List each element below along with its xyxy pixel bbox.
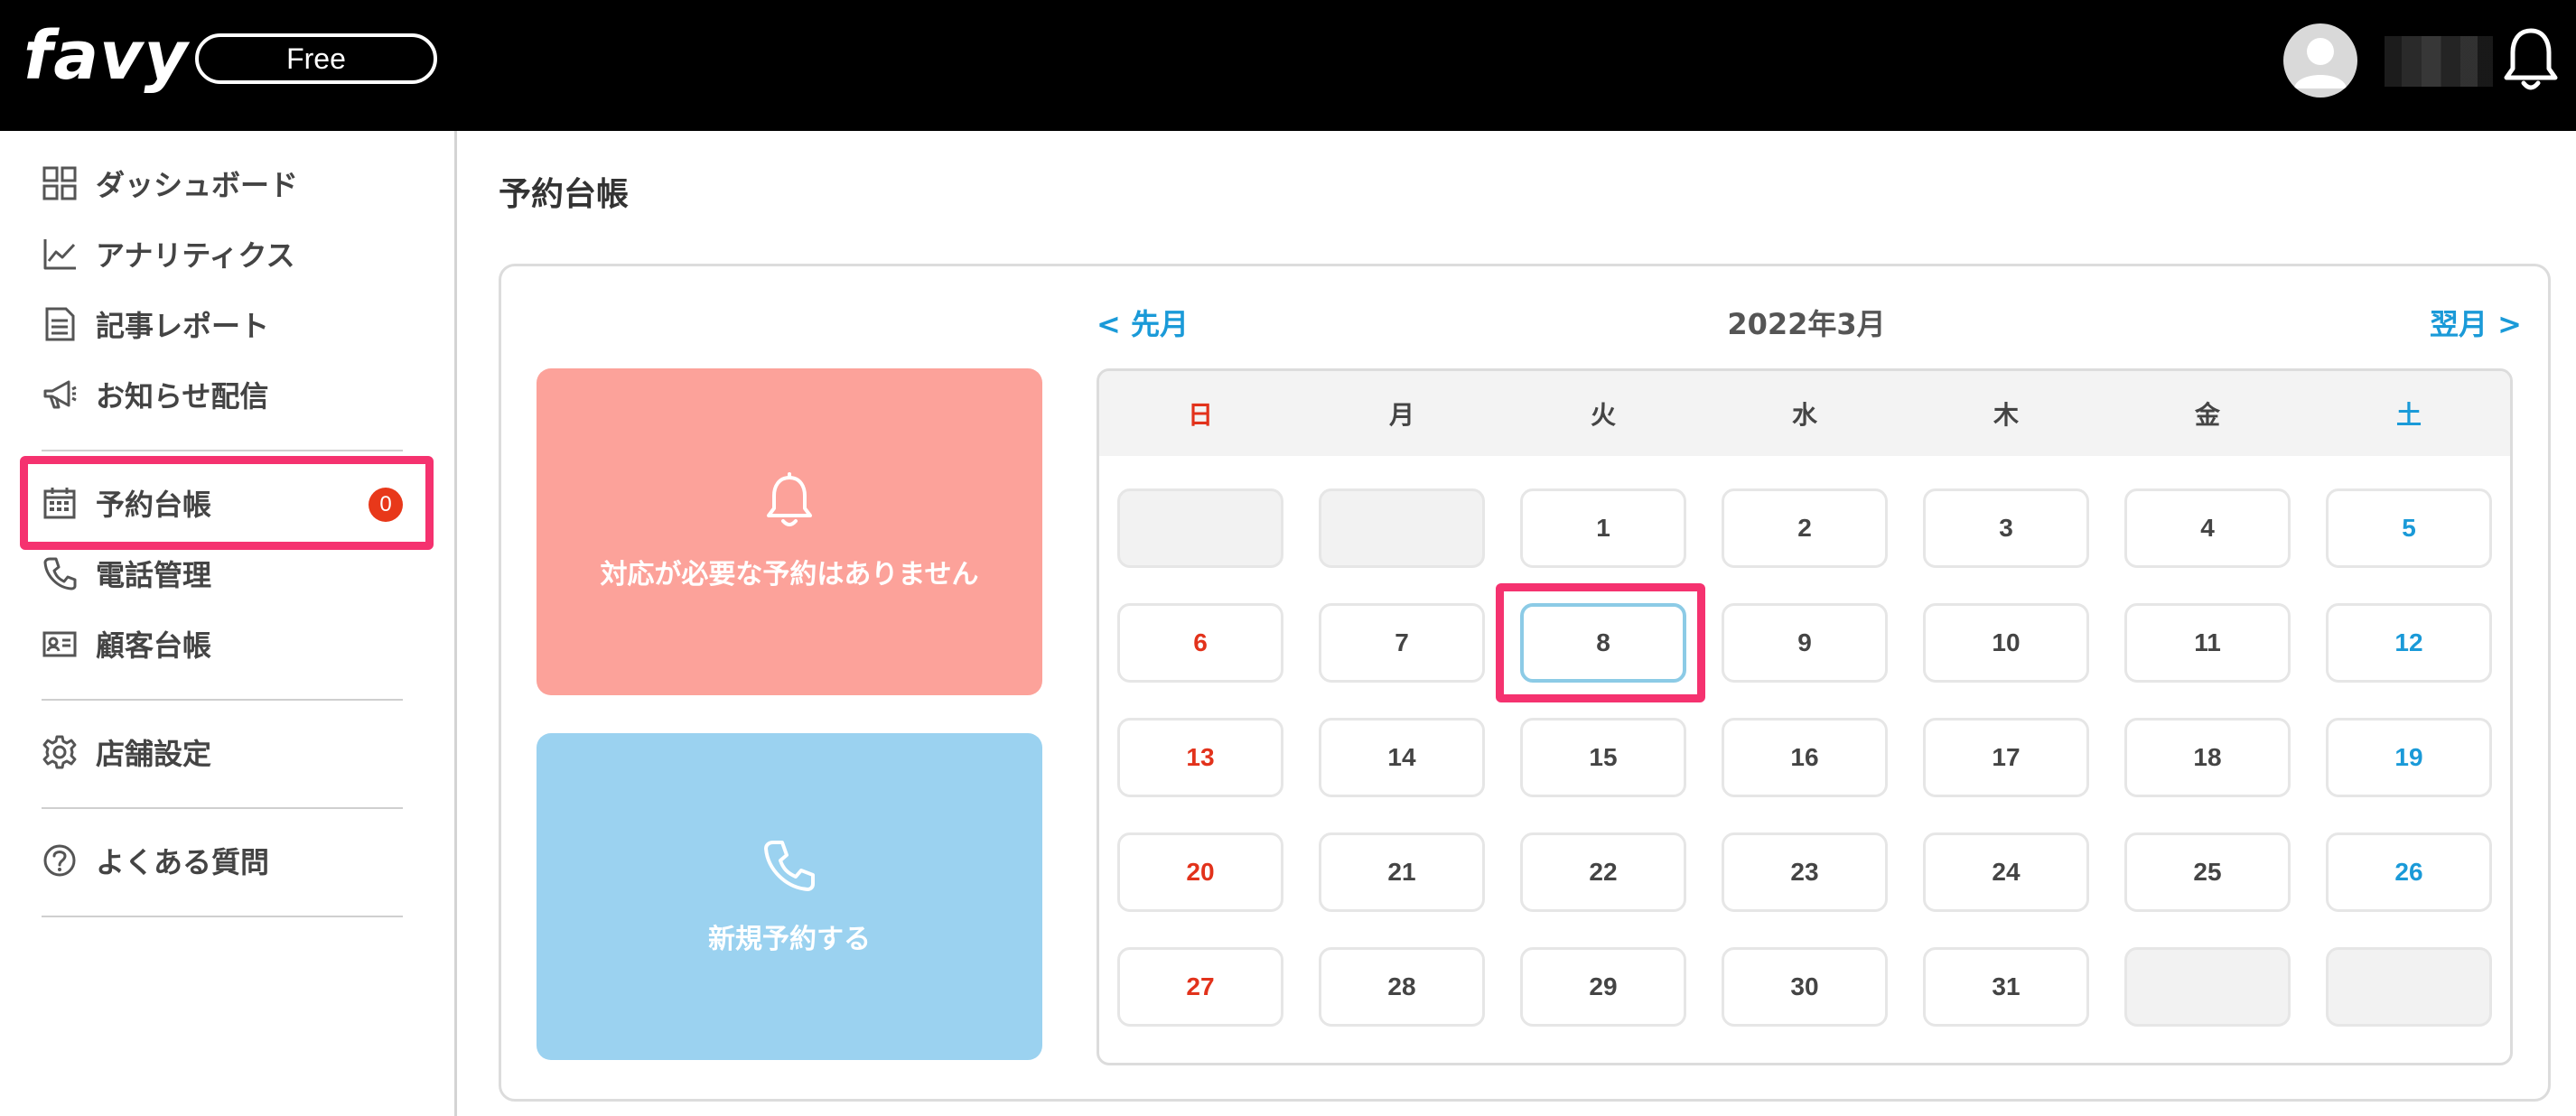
sidebar-item-label: ダッシュボード — [96, 168, 299, 202]
sidebar-item-label: 店舗設定 — [96, 737, 212, 771]
calendar-day-26[interactable]: 26 — [2326, 832, 2492, 912]
question-circle-icon — [40, 841, 79, 880]
weekday-wednesday: 水 — [1791, 400, 1817, 430]
calendar-day-31[interactable]: 31 — [1923, 947, 2089, 1027]
sidebar-item-customer-book[interactable]: 顧客台帳 — [40, 620, 211, 667]
calendar-day-2[interactable]: 2 — [1722, 488, 1888, 568]
calendar-empty-cell — [2124, 947, 2291, 1027]
calendar-weekday-header: 日月火水木金土 — [1099, 371, 2510, 456]
calendar-day-4[interactable]: 4 — [2124, 488, 2291, 568]
weekday-thursday: 木 — [1993, 400, 2019, 430]
calendar-day-17[interactable]: 17 — [1923, 718, 2089, 797]
calendar-empty-cell — [1117, 488, 1283, 568]
phone-icon — [40, 553, 79, 593]
favy-logo[interactable]: favy — [23, 20, 188, 92]
calendar-day-10[interactable]: 10 — [1923, 603, 2089, 683]
calendar-day-20[interactable]: 20 — [1117, 832, 1283, 912]
calendar-day-13[interactable]: 13 — [1117, 718, 1283, 797]
sidebar-item-article-report[interactable]: 記事レポート — [40, 301, 269, 348]
bell-icon — [767, 472, 812, 526]
calendar-day-3[interactable]: 3 — [1923, 488, 2089, 568]
calendar-day-15[interactable]: 15 — [1520, 718, 1686, 797]
sidebar-divider — [42, 807, 403, 809]
sidebar-item-faq[interactable]: よくある質問 — [40, 837, 269, 884]
calendar-day-16[interactable]: 16 — [1722, 718, 1888, 797]
sidebar-item-label: 記事レポート — [96, 309, 270, 343]
selected-nav-highlight — [20, 456, 434, 550]
phone-icon — [764, 841, 815, 891]
sidebar-item-notifications[interactable]: お知らせ配信 — [40, 371, 268, 418]
calendar-day-22[interactable]: 22 — [1520, 832, 1686, 912]
calendar-day-1[interactable]: 1 — [1520, 488, 1686, 568]
user-icon — [2294, 38, 2347, 88]
sidebar-item-label: 顧客台帳 — [96, 628, 212, 663]
pending-reservations-card[interactable]: 対応が必要な予約はありません — [537, 368, 1042, 695]
calendar-day-19[interactable]: 19 — [2326, 718, 2492, 797]
calendar-day-29[interactable]: 29 — [1520, 947, 1686, 1027]
sidebar-divider — [42, 450, 403, 451]
grid-icon — [40, 163, 79, 203]
calendar-day-24[interactable]: 24 — [1923, 832, 2089, 912]
weekday-monday: 月 — [1388, 400, 1414, 430]
prev-month-link[interactable]: < 先月 — [1097, 302, 1189, 343]
weekday-saturday: 土 — [2395, 400, 2422, 430]
calendar-empty-cell — [2326, 947, 2492, 1027]
weekday-friday: 金 — [2194, 400, 2220, 430]
new-reservation-button[interactable]: 新規予約する — [537, 733, 1042, 1060]
calendar-day-7[interactable]: 7 — [1319, 603, 1485, 683]
sidebar-item-analytics[interactable]: アナリティクス — [40, 230, 294, 277]
gear-icon — [40, 732, 79, 772]
megaphone-icon — [40, 375, 79, 414]
calendar-day-25[interactable]: 25 — [2124, 832, 2291, 912]
sidebar-item-label: アナリティクス — [96, 238, 295, 273]
page-title: 予約台帳 — [499, 176, 630, 213]
sidebar-divider — [42, 916, 403, 917]
calendar-day-9[interactable]: 9 — [1722, 603, 1888, 683]
calendar-day-12[interactable]: 12 — [2326, 603, 2492, 683]
sidebar-item-store-settings[interactable]: 店舗設定 — [40, 729, 211, 776]
calendar-day-27[interactable]: 27 — [1117, 947, 1283, 1027]
calendar-day-28[interactable]: 28 — [1319, 947, 1485, 1027]
calendar-month-title: 2022年3月 — [1727, 307, 1886, 341]
plan-badge: Free — [195, 33, 437, 84]
top-bar: favy Free — [0, 0, 2576, 131]
calendar-day-14[interactable]: 14 — [1319, 718, 1485, 797]
new-reservation-label: 新規予約する — [708, 924, 871, 955]
document-icon — [40, 304, 79, 344]
calendar-day-11[interactable]: 11 — [2124, 603, 2291, 683]
selected-date-highlight — [1496, 583, 1705, 702]
calendar-grid: 日月火水木金土 1 2 3 4 5 6 7 8 9 10 11 12 13 14 15 16 17 18 19 20 2… — [1097, 368, 2513, 1065]
pending-reservations-label: 対応が必要な予約はありません — [600, 559, 979, 591]
calendar-day-6[interactable]: 6 — [1117, 603, 1283, 683]
calendar-empty-cell — [1319, 488, 1485, 568]
sidebar-divider — [42, 699, 403, 701]
calendar-day-21[interactable]: 21 — [1319, 832, 1485, 912]
calendar-day-23[interactable]: 23 — [1722, 832, 1888, 912]
id-card-icon — [40, 624, 79, 664]
calendar-day-30[interactable]: 30 — [1722, 947, 1888, 1027]
sidebar-item-label: 電話管理 — [96, 558, 212, 592]
sidebar-item-phone-management[interactable]: 電話管理 — [40, 550, 211, 597]
next-month-link[interactable]: 翌月 > — [2430, 302, 2522, 343]
sidebar-item-dashboard[interactable]: ダッシュボード — [40, 160, 298, 207]
sidebar-item-label: お知らせ配信 — [96, 379, 269, 414]
calendar-day-5[interactable]: 5 — [2326, 488, 2492, 568]
avatar[interactable] — [2283, 23, 2357, 98]
weekday-tuesday: 火 — [1590, 400, 1616, 430]
user-name[interactable] — [2385, 36, 2493, 87]
sidebar-item-label: よくある質問 — [96, 845, 270, 879]
bell-icon[interactable] — [2502, 25, 2560, 94]
chart-line-icon — [40, 234, 79, 274]
weekday-sunday: 日 — [1187, 400, 1213, 430]
calendar-day-18[interactable]: 18 — [2124, 718, 2291, 797]
